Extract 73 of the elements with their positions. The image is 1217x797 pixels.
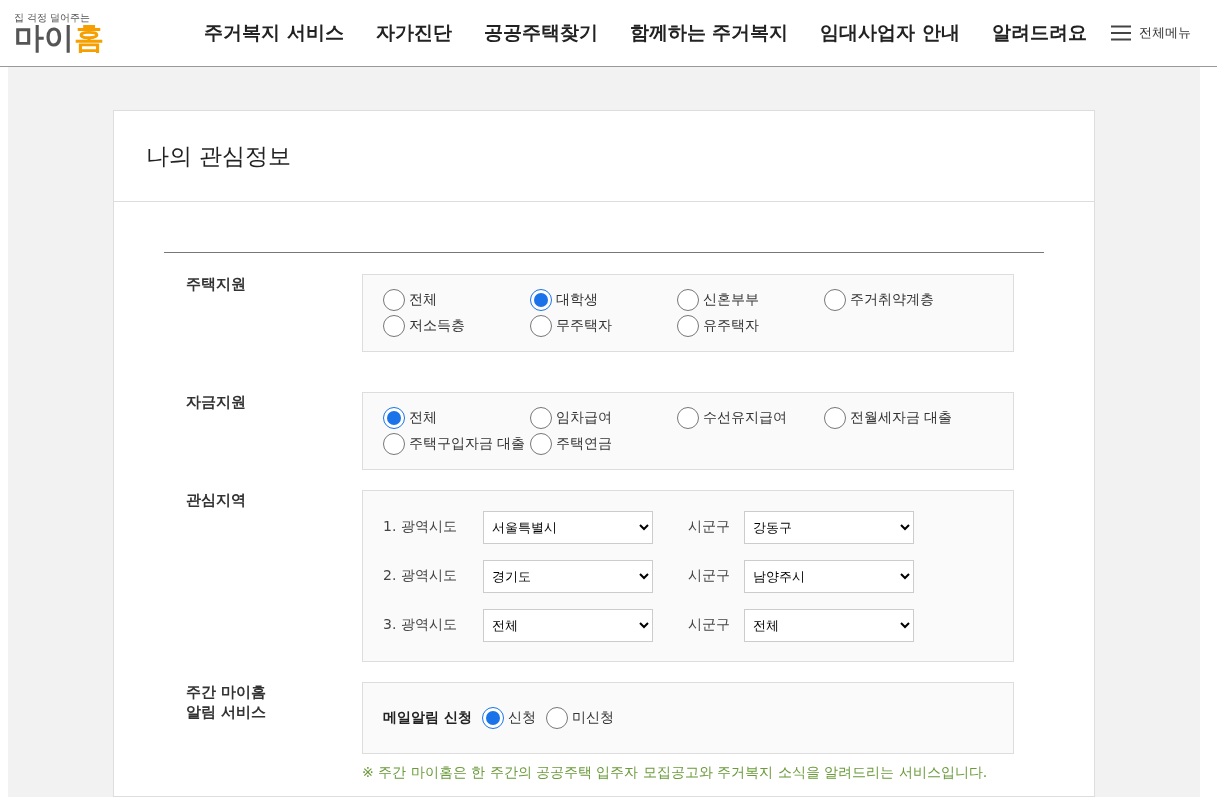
radio-option[interactable]: 주택연금 <box>530 433 677 455</box>
menu-button[interactable]: 전체메뉴 <box>1105 23 1197 43</box>
radio-option[interactable]: 무주택자 <box>530 315 677 337</box>
radio-option[interactable]: 임차급여 <box>530 407 677 429</box>
nav-link[interactable]: 자가진단 <box>375 20 452 46</box>
radio-label: 신청 <box>507 709 536 727</box>
radio-option[interactable]: 저소득층 <box>383 315 530 337</box>
radio-label: 주택연금 <box>556 435 612 453</box>
district-label: 시군구 <box>687 567 731 585</box>
radio-option[interactable]: 주택구입자금 대출 <box>383 433 530 455</box>
radio-label: 유주택자 <box>703 317 759 335</box>
radio-option[interactable]: 미신청 <box>545 707 614 729</box>
district-select[interactable]: 강동구 <box>744 510 914 544</box>
radio-option[interactable]: 신혼부부 <box>677 289 824 311</box>
page-title: 나의 관심정보 <box>146 141 292 171</box>
radio-button[interactable] <box>383 289 405 311</box>
province-label: 1. 광역시도 <box>383 518 458 536</box>
radio-button[interactable] <box>530 315 552 337</box>
radio-option[interactable]: 수선유지급여 <box>677 407 824 429</box>
section-label: 자금지원 <box>185 392 247 413</box>
radio-label: 신혼부부 <box>703 291 759 309</box>
radio-button[interactable] <box>545 707 568 729</box>
radio-label: 임차급여 <box>556 409 612 427</box>
radio-option[interactable]: 신청 <box>481 707 536 729</box>
district-label: 시군구 <box>687 518 731 536</box>
radio-label: 주거취약계층 <box>850 291 934 309</box>
menu-icon <box>1111 25 1131 41</box>
radio-label: 미신청 <box>571 709 614 727</box>
radio-label: 주택구입자금 대출 <box>409 435 526 453</box>
field-label: 메일알림 신청 <box>383 709 472 727</box>
radio-label: 무주택자 <box>556 317 612 335</box>
radio-option[interactable]: 유주택자 <box>677 315 824 337</box>
radio-button[interactable] <box>383 433 405 455</box>
radio-option[interactable]: 대학생 <box>530 289 677 311</box>
logo[interactable]: 집 걱정 덜어주는 마이홈 <box>14 13 204 53</box>
district-select[interactable]: 남양주시 <box>744 559 914 593</box>
radio-button[interactable] <box>530 407 552 429</box>
section-label: 관심지역 <box>185 490 247 511</box>
province-label: 2. 광역시도 <box>383 567 458 585</box>
radio-label: 전체 <box>409 291 437 309</box>
section-label: 주택지원 <box>185 274 247 295</box>
nav-link[interactable]: 주거복지 서비스 <box>204 20 344 46</box>
radio-option[interactable]: 주거취약계층 <box>824 289 971 311</box>
radio-button[interactable] <box>530 289 552 311</box>
nav-link[interactable]: 함께하는 주거복지 <box>629 20 789 46</box>
radio-label: 전체 <box>409 409 437 427</box>
nav-link[interactable]: 임대사업자 안내 <box>820 20 960 46</box>
radio-label: 수선유지급여 <box>703 409 787 427</box>
radio-button[interactable] <box>824 289 846 311</box>
note-text: ※ 주간 마이홈은 한 주간의 공공주택 입주자 모집공고와 주거복지 소식을 알려드리는 서비스입니다. <box>362 764 989 782</box>
province-label: 3. 광역시도 <box>383 616 458 634</box>
radio-label: 전월세자금 대출 <box>850 409 953 427</box>
radio-label: 저소득층 <box>409 317 465 335</box>
radio-button[interactable] <box>383 407 405 429</box>
province-select[interactable]: 서울특별시 <box>483 510 653 544</box>
radio-label: 대학생 <box>556 291 598 309</box>
radio-button[interactable] <box>481 707 504 729</box>
radio-button[interactable] <box>530 433 552 455</box>
radio-option[interactable]: 전월세자금 대출 <box>824 407 971 429</box>
radio-button[interactable] <box>677 315 699 337</box>
nav-link[interactable]: 알려드려요 <box>991 20 1087 46</box>
radio-button[interactable] <box>383 315 405 337</box>
nav-link[interactable]: 공공주택찾기 <box>483 20 598 46</box>
radio-option[interactable]: 전체 <box>383 289 530 311</box>
radio-button[interactable] <box>677 407 699 429</box>
radio-button[interactable] <box>677 289 699 311</box>
province-select[interactable]: 경기도 <box>483 559 653 593</box>
radio-button[interactable] <box>824 407 846 429</box>
district-select[interactable]: 전체 <box>744 608 914 642</box>
district-label: 시군구 <box>687 616 731 634</box>
province-select[interactable]: 전체 <box>483 608 653 642</box>
section-label: 주간 마이홈 알림 서비스 <box>185 682 268 723</box>
radio-option[interactable]: 전체 <box>383 407 530 429</box>
